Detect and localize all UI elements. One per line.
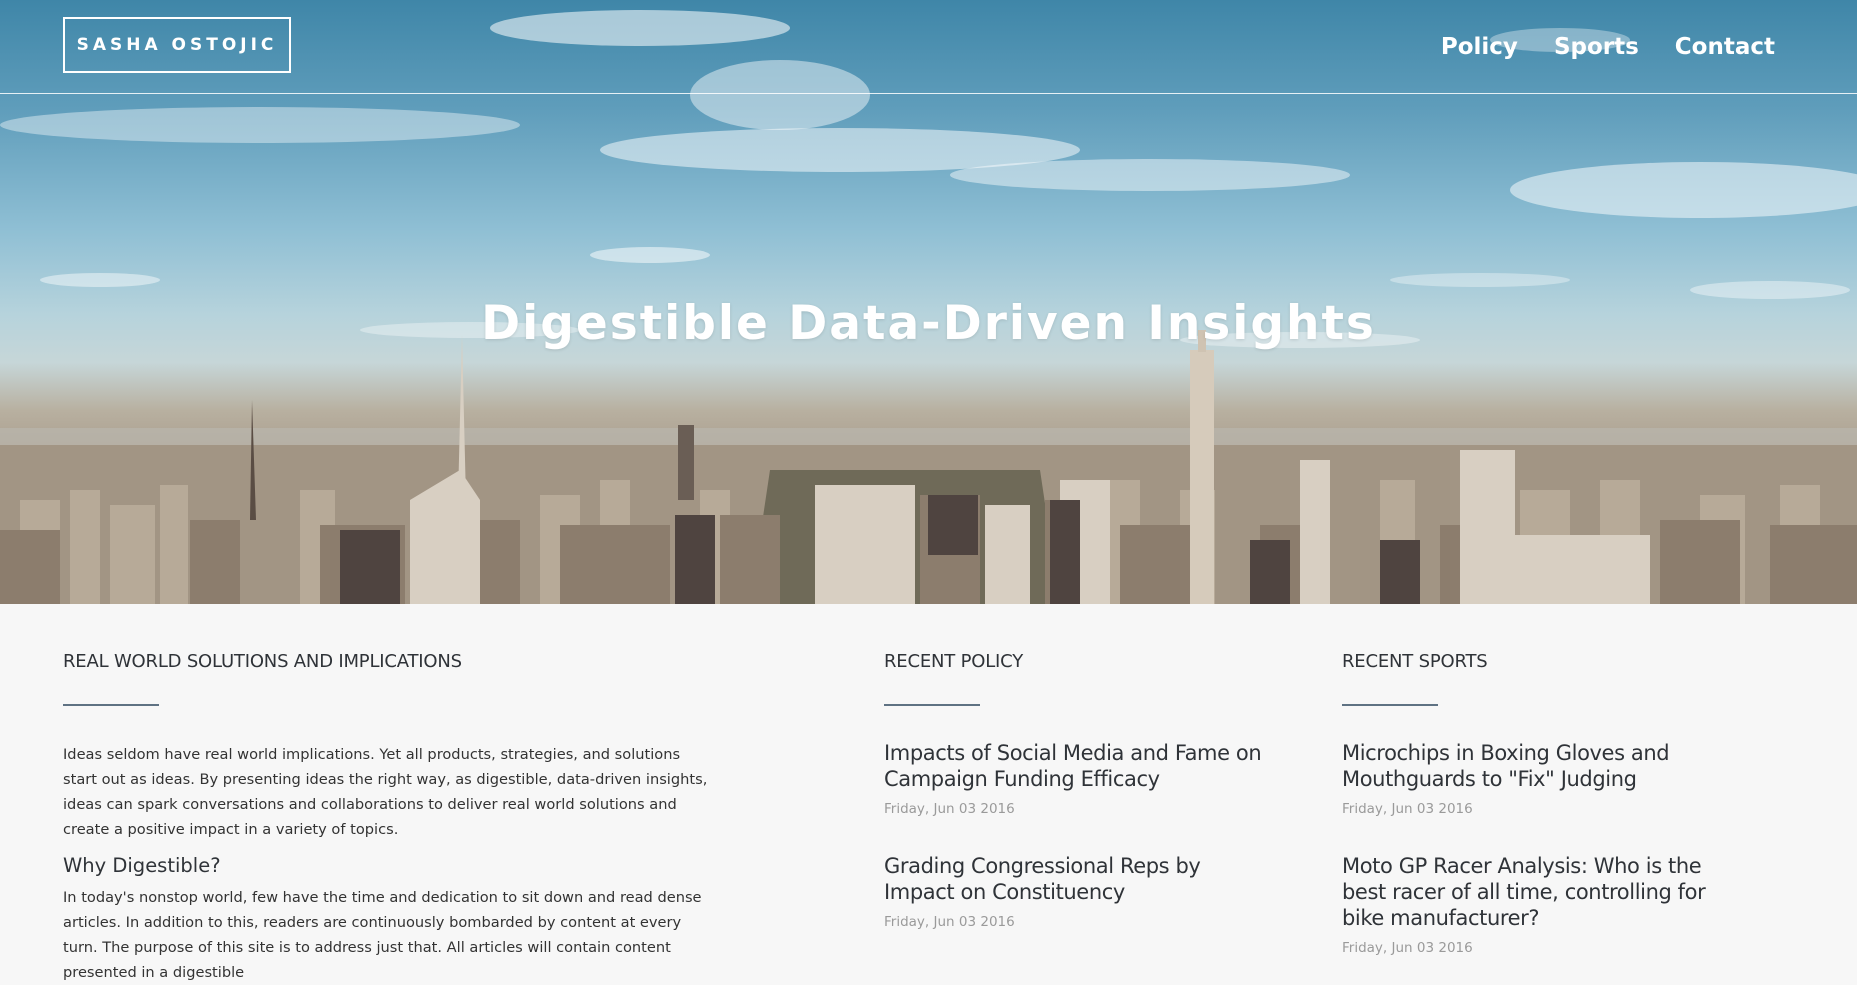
- recent-policy-divider: [884, 704, 980, 706]
- policy-article-item[interactable]: Impacts of Social Media and Fame on Camp…: [884, 740, 1264, 817]
- policy-article-title[interactable]: Impacts of Social Media and Fame on Camp…: [884, 740, 1264, 792]
- main-nav: Policy Sports Contact: [1441, 34, 1775, 60]
- nav-link-sports[interactable]: Sports: [1554, 34, 1639, 60]
- nav-link-contact[interactable]: Contact: [1675, 34, 1775, 60]
- hero-title: Digestible Data-Driven Insights: [481, 296, 1376, 351]
- recent-sports-divider: [1342, 704, 1438, 706]
- policy-article-title[interactable]: Grading Congressional Reps by Impact on …: [884, 853, 1264, 905]
- top-navigation-bar: SASHA OSTOJIC Policy Sports Contact: [0, 0, 1857, 94]
- sports-article-item[interactable]: Moto GP Racer Analysis: Who is the best …: [1342, 853, 1732, 956]
- policy-article-date: Friday, Jun 03 2016: [884, 914, 1015, 930]
- recent-policy-heading: RECENT POLICY: [884, 651, 1024, 672]
- sports-article-title[interactable]: Microchips in Boxing Gloves and Mouthgua…: [1342, 740, 1732, 792]
- sports-article-date: Friday, Jun 03 2016: [1342, 801, 1473, 817]
- about-paragraph: Ideas seldom have real world implication…: [63, 746, 708, 838]
- recent-sports-heading: RECENT SPORTS: [1342, 651, 1488, 672]
- site-logo-text: SASHA OSTOJIC: [76, 35, 278, 55]
- sports-article-item[interactable]: Microchips in Boxing Gloves and Mouthgua…: [1342, 740, 1732, 817]
- nav-link-policy[interactable]: Policy: [1441, 34, 1518, 60]
- site-logo[interactable]: SASHA OSTOJIC: [63, 17, 291, 73]
- main-content: REAL WORLD SOLUTIONS AND IMPLICATIONS Id…: [0, 604, 1857, 981]
- about-heading-divider: [63, 704, 159, 706]
- hero-banner: SASHA OSTOJIC Policy Sports Contact Dige…: [0, 0, 1857, 604]
- about-heading: REAL WORLD SOLUTIONS AND IMPLICATIONS: [63, 651, 462, 672]
- why-digestible-paragraph: In today's nonstop world, few have the t…: [63, 889, 702, 981]
- sports-article-title[interactable]: Moto GP Racer Analysis: Who is the best …: [1342, 853, 1732, 931]
- policy-article-date: Friday, Jun 03 2016: [884, 801, 1015, 817]
- policy-article-item[interactable]: Grading Congressional Reps by Impact on …: [884, 853, 1264, 930]
- why-digestible-heading: Why Digestible?: [63, 854, 221, 877]
